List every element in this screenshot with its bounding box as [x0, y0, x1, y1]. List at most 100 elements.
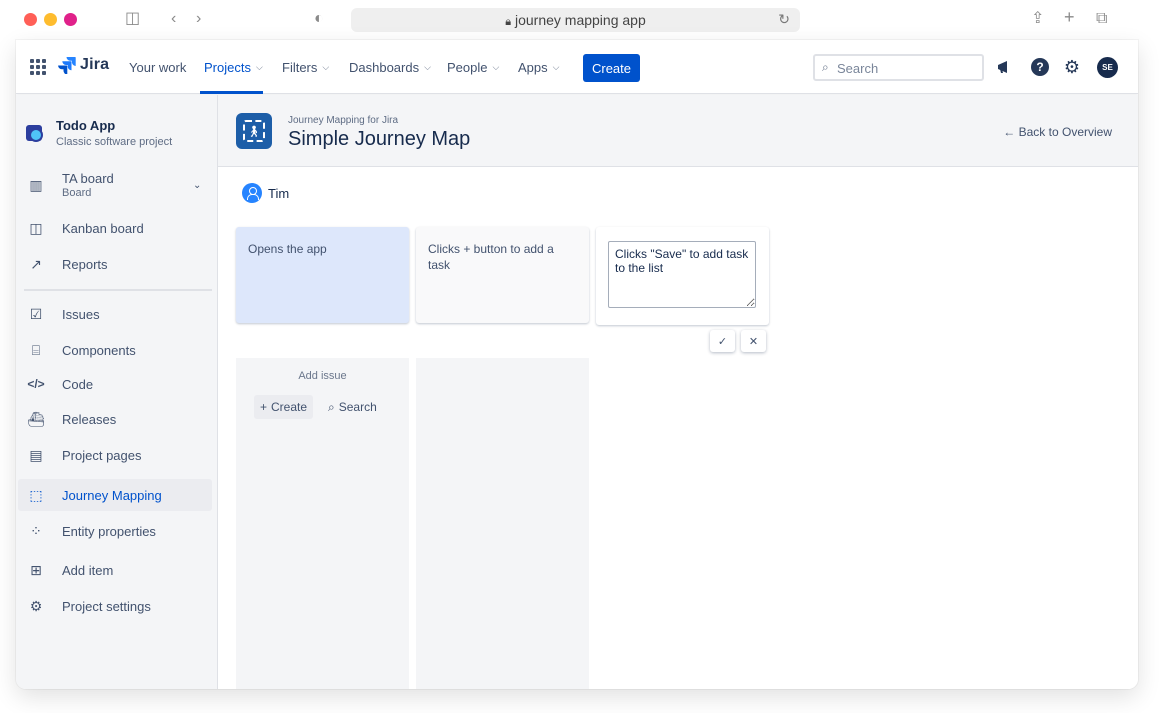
minimize-window-button[interactable]: [44, 13, 57, 26]
issue-column: [416, 358, 589, 689]
sidebar-item-code[interactable]: </> Code: [18, 368, 212, 400]
board-subtitle: Board: [62, 187, 92, 199]
journey-step-card[interactable]: Clicks + button to add a task: [416, 227, 589, 323]
step-text-editor[interactable]: Clicks "Save" to add task to the list: [608, 241, 756, 308]
add-issue-label: Add issue: [298, 370, 347, 382]
board-selector[interactable]: ▥ TA board Board ⌄: [18, 169, 212, 203]
gear-icon[interactable]: ⚙︎: [1062, 57, 1082, 77]
step-text: Clicks + button to add a task: [428, 242, 554, 272]
settings-icon: ⚙︎: [29, 597, 43, 614]
journey-mapping-logo: 🚶︎: [236, 113, 272, 149]
sidebar-item-label: Project pages: [62, 447, 142, 463]
persona-avatar-icon: [242, 183, 262, 203]
privacy-shield-icon[interactable]: ◐: [314, 9, 324, 29]
sidebar-item-entity-properties[interactable]: ⁘ Entity properties: [18, 515, 212, 547]
top-navigation: Jira Your work Projects ⌵ Filters ⌵ Dashbo…: [16, 40, 1138, 94]
persona[interactable]: Tim: [242, 183, 289, 203]
sidebar-item-label: Code: [62, 376, 94, 392]
issues-icon: ☑: [29, 305, 43, 322]
user-avatar[interactable]: SE: [1097, 57, 1118, 78]
sidebar-item-components[interactable]: ⌸ Components: [18, 334, 212, 366]
nav-label: Apps: [518, 60, 548, 75]
jira-logo[interactable]: Jira: [58, 56, 109, 74]
reload-icon[interactable]: ↻: [778, 11, 790, 28]
active-nav-indicator: [200, 91, 263, 94]
lock-icon: 🔒︎: [505, 16, 512, 28]
tab-overview-icon[interactable]: ⧉: [1096, 9, 1107, 29]
notifications-icon[interactable]: [994, 57, 1014, 77]
cancel-edit-button[interactable]: ✕: [741, 330, 766, 352]
project-type: Classic software project: [56, 136, 173, 148]
sidebar-item-project-settings[interactable]: ⚙︎ Project settings: [18, 590, 212, 622]
search-icon: ⌕: [328, 399, 335, 414]
reports-icon: ↗: [30, 255, 42, 272]
sidebar-item-label: Issues: [62, 306, 100, 322]
issue-column: Add issue + Create ⌕ Search: [236, 358, 409, 689]
nav-label: Dashboards: [349, 60, 420, 75]
help-icon[interactable]: ?: [1030, 57, 1050, 77]
sidebar-item-label: Journey Mapping: [62, 487, 162, 503]
code-icon: </>: [27, 377, 45, 391]
sidebar-item-journey-mapping[interactable]: ⬚ Journey Mapping: [18, 479, 212, 511]
sidebar-item-label: Kanban board: [62, 220, 144, 236]
create-button[interactable]: Create: [583, 54, 640, 82]
create-issue-label: Create: [271, 400, 308, 414]
journey-step-card-editing[interactable]: Clicks "Save" to add task to the list: [596, 227, 769, 325]
persona-name: Tim: [268, 185, 290, 201]
project-avatar: [26, 125, 43, 142]
confirm-edit-button[interactable]: ✓: [710, 330, 735, 352]
entity-properties-icon: ⁘: [30, 522, 42, 539]
sidebar-toggle-icon[interactable]: ◫: [125, 9, 140, 29]
search-issue-button[interactable]: ⌕ Search: [322, 395, 383, 419]
nav-projects[interactable]: Projects ⌵: [204, 60, 263, 75]
nav-apps[interactable]: Apps ⌵: [518, 60, 559, 75]
journey-map-content: 🚶︎ Journey Mapping for Jira Simple Journ…: [218, 95, 1138, 689]
nav-label: People: [447, 60, 488, 75]
browser-toolbar: ◫ ‹ › ◐ 🔒︎ journey mapping app ↻ ⇪ + ⧉: [0, 0, 1162, 40]
sidebar-item-releases[interactable]: ⛴︎ Releases: [18, 403, 212, 435]
sidebar-item-project-pages[interactable]: ▤ Project pages: [18, 439, 212, 471]
arrow-left-icon: ←: [1003, 125, 1016, 139]
forward-icon[interactable]: ›: [196, 9, 201, 29]
chevron-down-icon: ⌄: [193, 180, 202, 191]
sidebar-item-issues[interactable]: ☑ Issues: [18, 298, 212, 330]
project-name: Todo App: [56, 118, 116, 133]
pages-icon: ▤: [29, 446, 43, 463]
new-tab-icon[interactable]: +: [1064, 7, 1075, 27]
app-switcher-icon[interactable]: [30, 59, 46, 75]
back-to-overview-link[interactable]: ← Back to Overview: [1003, 125, 1112, 139]
share-icon[interactable]: ⇪: [1031, 9, 1044, 29]
sidebar-item-label: Entity properties: [62, 523, 156, 539]
sidebar-item-label: Project settings: [62, 598, 151, 614]
jira-wordmark: Jira: [80, 56, 110, 73]
nav-your-work[interactable]: Your work: [129, 60, 186, 75]
search-field[interactable]: ⌕: [813, 54, 984, 81]
chevron-down-icon: ⌵: [552, 62, 560, 72]
sidebar-divider: [24, 289, 212, 291]
nav-people[interactable]: People ⌵: [447, 60, 499, 75]
close-window-button[interactable]: [24, 13, 37, 26]
sidebar-item-label: Reports: [62, 256, 108, 272]
sidebar-item-reports[interactable]: ↗ Reports: [18, 248, 212, 280]
zoom-window-button[interactable]: [64, 13, 77, 26]
search-issue-label: Search: [338, 400, 377, 414]
back-icon[interactable]: ‹: [171, 9, 176, 29]
chevron-down-icon: ⌵: [424, 62, 431, 72]
address-bar[interactable]: 🔒︎ journey mapping app ↻: [351, 8, 800, 32]
create-issue-button[interactable]: + Create: [254, 395, 314, 419]
sidebar-item-kanban-board[interactable]: ◫ Kanban board: [18, 212, 212, 244]
add-item-icon: ⊞: [30, 561, 42, 578]
chevron-down-icon: ⌵: [492, 62, 500, 72]
walking-person-icon: 🚶︎: [243, 120, 265, 142]
nav-dashboards[interactable]: Dashboards ⌵: [349, 60, 431, 75]
project-sidebar: Todo App Classic software project ▥ TA b…: [16, 95, 218, 689]
search-input[interactable]: [837, 59, 977, 77]
sidebar-item-add-item[interactable]: ⊞ Add item: [18, 554, 212, 586]
nav-filters[interactable]: Filters ⌵: [282, 60, 329, 75]
journey-step-card[interactable]: Opens the app: [236, 227, 409, 323]
sidebar-item-label: Components: [62, 342, 136, 358]
project-header[interactable]: Todo App Classic software project: [26, 119, 172, 149]
board-title: TA board: [62, 171, 114, 186]
nav-label: Your work: [129, 60, 187, 75]
plus-icon: +: [260, 400, 268, 414]
